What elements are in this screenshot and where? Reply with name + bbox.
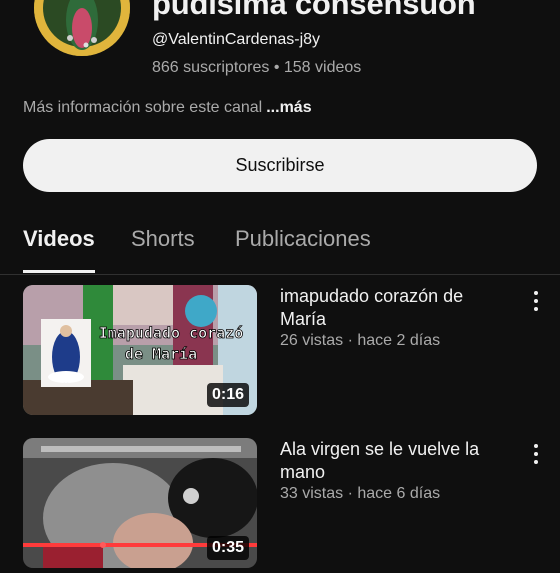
channel-avatar[interactable] <box>34 0 130 56</box>
channel-stats: 866 suscriptores • 158 videos <box>152 59 362 76</box>
thumbnail-overlay-text: Imapudado corazó <box>99 324 244 342</box>
tab-shorts[interactable]: Shorts <box>131 226 195 252</box>
tab-publicaciones[interactable]: Publicaciones <box>235 226 371 252</box>
video-title[interactable]: imapudado corazón de María <box>280 285 510 331</box>
about-more-link[interactable]: ...más <box>266 99 311 116</box>
channel-tabs: Videos Shorts Publicaciones <box>0 218 560 275</box>
channel-handle: @ValentinCardenas-j8y <box>152 31 321 48</box>
channel-name: pudisima consensuon <box>152 0 476 21</box>
video-thumbnail[interactable]: 0:35 <box>23 438 257 568</box>
thumbnail-overlay-text: de María <box>125 345 197 363</box>
video-meta: 26 vistas · hace 2 días <box>280 332 441 349</box>
subscribe-button[interactable]: Suscribirse <box>23 139 537 192</box>
video-duration: 0:16 <box>206 383 249 407</box>
more-vert-icon[interactable] <box>528 442 544 466</box>
tab-videos[interactable]: Videos <box>23 226 95 252</box>
channel-about[interactable]: Más información sobre este canal ...más <box>23 99 312 117</box>
video-title[interactable]: Ala virgen se le vuelve la mano <box>280 438 510 484</box>
more-vert-icon[interactable] <box>528 289 544 313</box>
video-thumbnail[interactable]: Imapudado corazó de María 0:16 <box>23 285 257 415</box>
active-tab-indicator <box>23 270 95 273</box>
video-item[interactable]: 0:35 Ala virgen se le vuelve la mano 33 … <box>0 438 560 573</box>
about-text: Más información sobre este canal <box>23 99 263 116</box>
video-meta: 33 vistas · hace 6 días <box>280 485 441 502</box>
video-item[interactable]: Imapudado corazó de María 0:16 imapudado… <box>0 285 560 420</box>
video-duration: 0:35 <box>206 536 249 560</box>
